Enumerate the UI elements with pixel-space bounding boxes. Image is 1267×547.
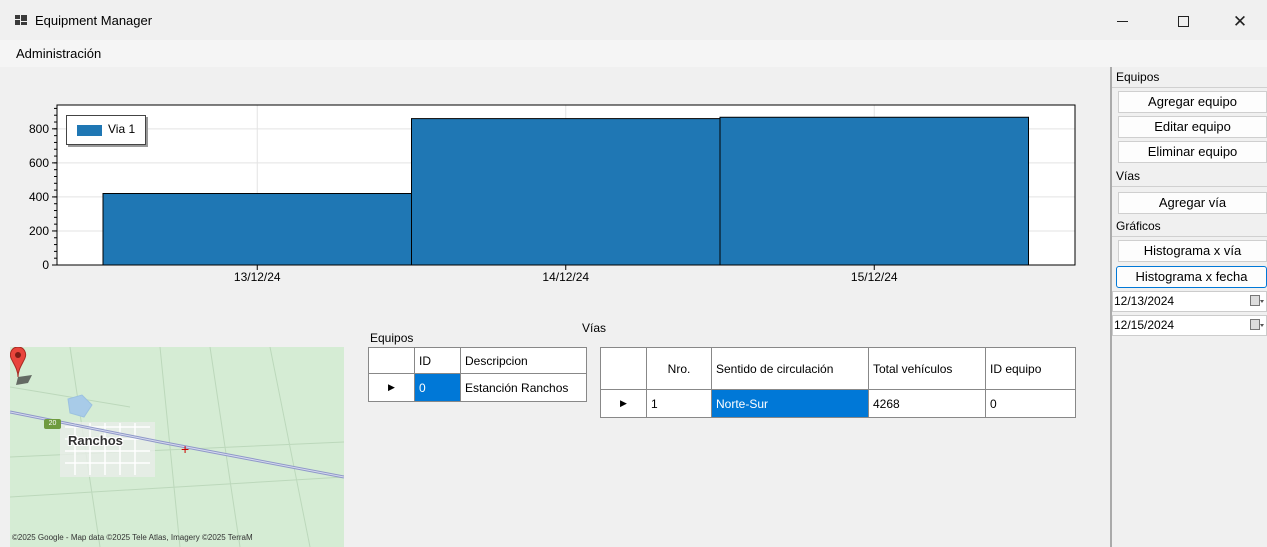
y-tick-label: 200 — [29, 224, 49, 238]
section-header-graficos: Gráficos — [1112, 216, 1267, 237]
date-to-picker[interactable]: 12/15/2024 — [1112, 315, 1267, 336]
column-header[interactable]: Descripcion — [460, 347, 587, 374]
date-to-value: 12/15/2024 — [1114, 318, 1175, 332]
column-header[interactable]: ID equipo — [985, 347, 1076, 390]
cell-nro[interactable]: 1 — [646, 389, 712, 418]
section-header-vias: Vías — [1112, 166, 1267, 187]
table-row[interactable]: ▶ 1 Norte-Sur 4268 0 — [600, 389, 1076, 418]
vias-header-row: Nro. Sentido de circulación Total vehícu… — [600, 347, 1076, 390]
maximize-icon — [1177, 15, 1189, 27]
calendar-dropdown-icon[interactable] — [1250, 295, 1264, 308]
bar — [102, 193, 412, 266]
bar — [411, 118, 721, 266]
grid-corner — [368, 347, 415, 374]
menu-bar: Administración — [0, 40, 1267, 67]
cell-total[interactable]: 4268 — [868, 389, 986, 418]
cell-sentido[interactable]: Norte-Sur — [711, 389, 869, 418]
vias-grid[interactable]: Nro. Sentido de circulación Total vehícu… — [600, 347, 1076, 418]
legend-label: Via 1 — [108, 122, 136, 136]
date-from-value: 12/13/2024 — [1114, 294, 1175, 308]
section-header-equipos: Equipos — [1112, 67, 1267, 88]
maximize-button[interactable] — [1163, 6, 1203, 36]
agregar-equipo-button[interactable]: Agregar equipo — [1118, 91, 1267, 113]
equipos-header-row: ID Descripcion — [368, 347, 587, 374]
grid-app-icon — [15, 15, 27, 25]
legend-swatch — [77, 125, 102, 136]
date-from-picker[interactable]: 12/13/2024 — [1112, 291, 1267, 312]
map-copyright: ©2025 Google - Map data ©2025 Tele Atlas… — [12, 533, 253, 542]
eliminar-equipo-button[interactable]: Eliminar equipo — [1118, 141, 1267, 163]
agregar-via-button[interactable]: Agregar vía — [1118, 192, 1267, 214]
row-selector-icon[interactable]: ▶ — [600, 389, 647, 418]
map-view[interactable]: 20 Ranchos + ©2025 Google - Map data ©20… — [10, 347, 344, 547]
bar — [719, 116, 1029, 266]
minimize-icon — [1116, 20, 1128, 22]
column-header[interactable]: Nro. — [646, 347, 712, 390]
close-icon: ✕ — [1232, 11, 1248, 31]
menu-administracion[interactable]: Administración — [16, 46, 101, 61]
window-title: Equipment Manager — [35, 13, 153, 28]
grid-corner — [600, 347, 647, 390]
crosshair-icon: + — [181, 441, 190, 457]
route-badge: 20 — [44, 419, 61, 429]
equipment-manager-window: Equipment Manager ✕ Administración 0 200 4… — [0, 0, 1267, 547]
column-header[interactable]: Sentido de circulación — [711, 347, 869, 390]
y-tick-label: 800 — [29, 122, 49, 136]
column-header[interactable]: Total vehículos — [868, 347, 986, 390]
map-pin-icon[interactable] — [10, 347, 36, 389]
x-tick-label: 14/12/24 — [542, 270, 589, 284]
histograma-fecha-button[interactable]: Histograma x fecha — [1116, 266, 1267, 288]
table-row[interactable]: ▶ 0 Estanción Ranchos — [368, 373, 587, 402]
histogram-chart: 0 200 400 600 800 13/12/24 14/12/24 15/12/24 — [0, 95, 1090, 295]
map-roads — [10, 347, 344, 547]
y-tick-label: 0 — [42, 258, 49, 272]
cell-descripcion[interactable]: Estanción Ranchos — [460, 373, 587, 402]
chart-legend: Via 1 — [66, 115, 146, 145]
equipos-label: Equipos — [370, 331, 414, 345]
vias-label: Vías — [582, 321, 607, 335]
cell-id[interactable]: 0 — [414, 373, 461, 402]
title-bar: Equipment Manager ✕ — [0, 0, 1267, 40]
minimize-button[interactable] — [1102, 6, 1142, 36]
y-tick-label: 400 — [29, 190, 49, 204]
y-tick-label: 600 — [29, 156, 49, 170]
editar-equipo-button[interactable]: Editar equipo — [1118, 116, 1267, 138]
histograma-via-button[interactable]: Histograma x vía — [1118, 240, 1267, 262]
map-town-label: Ranchos — [68, 433, 123, 448]
calendar-dropdown-icon[interactable] — [1250, 319, 1264, 332]
chart-svg: 0 200 400 600 800 13/12/24 14/12/24 15/12/24 — [29, 104, 1076, 284]
equipos-grid[interactable]: ID Descripcion ▶ 0 Estanción Ranchos — [368, 347, 587, 402]
close-button[interactable]: ✕ — [1220, 6, 1260, 36]
x-tick-label: 13/12/24 — [234, 270, 281, 284]
x-tick-label: 15/12/24 — [851, 270, 898, 284]
row-selector-icon[interactable]: ▶ — [368, 373, 415, 402]
cell-id-equipo[interactable]: 0 — [985, 389, 1076, 418]
column-header[interactable]: ID — [414, 347, 461, 374]
